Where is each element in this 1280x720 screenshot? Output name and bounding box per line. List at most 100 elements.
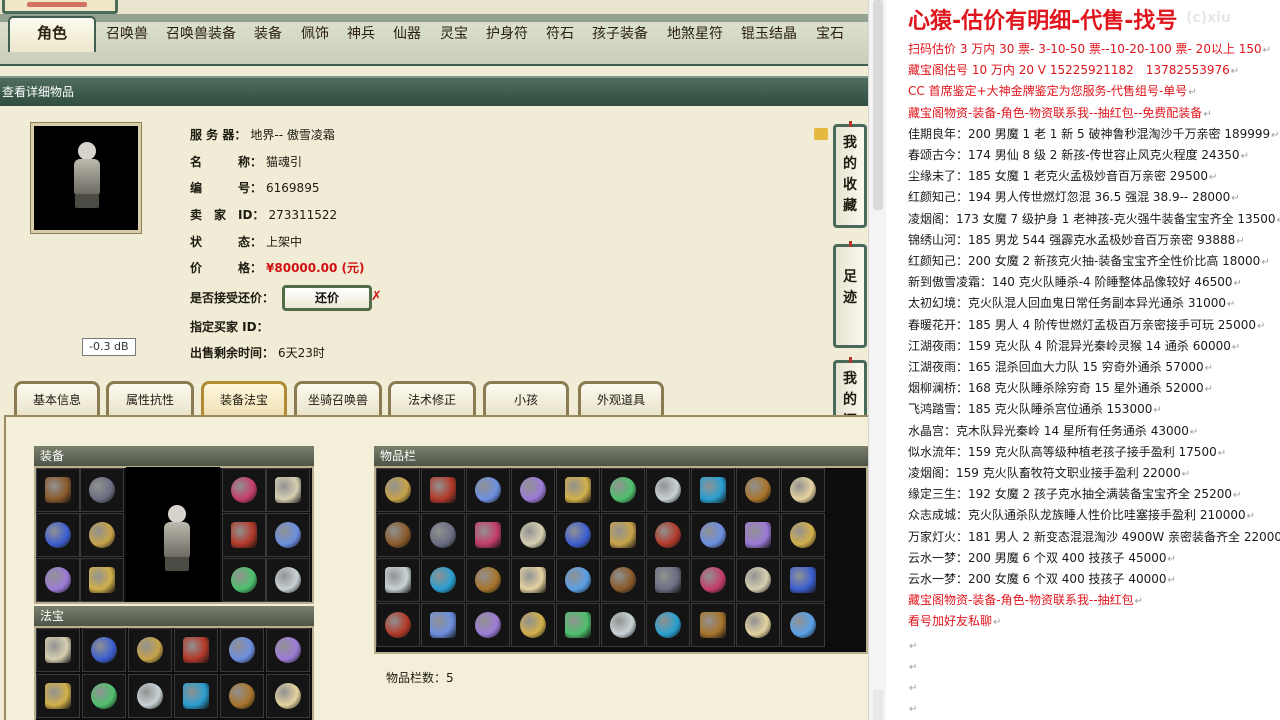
inventory-item-slot[interactable] <box>781 468 825 512</box>
equipment-item-slot[interactable] <box>266 513 310 557</box>
inventory-item-slot[interactable] <box>691 603 735 647</box>
magic-treasure-slot[interactable] <box>82 628 126 672</box>
equipment-item-slot[interactable] <box>266 468 310 512</box>
counter-offer-button[interactable]: 还价 <box>282 285 372 311</box>
detail-tab-3[interactable]: 坐骑召唤兽 <box>294 381 382 417</box>
side-button-footprint[interactable]: 足迹 <box>833 241 867 348</box>
equipment-item-slot[interactable] <box>222 468 266 512</box>
inventory-item-slot[interactable] <box>781 603 825 647</box>
inventory-item-slot[interactable] <box>466 558 510 602</box>
equipment-item-slot[interactable] <box>80 468 124 512</box>
inventory-item-slot[interactable] <box>601 513 645 557</box>
inventory-item-slot[interactable] <box>421 468 465 512</box>
detail-tab-5[interactable]: 小孩 <box>483 381 569 417</box>
tab-1[interactable]: 召唤兽 <box>106 22 148 46</box>
tab-9[interactable]: 符石 <box>546 22 574 46</box>
magic-treasure-slot[interactable] <box>36 628 80 672</box>
inventory-item-slot[interactable] <box>646 468 690 512</box>
panel-scrollbar[interactable] <box>868 0 886 720</box>
equipment-item-slot[interactable] <box>36 558 80 602</box>
close-x-icon[interactable]: ✗ <box>371 289 382 304</box>
inventory-item-slot[interactable] <box>781 558 825 602</box>
inventory-item-slot[interactable] <box>646 558 690 602</box>
return-mark-icon: ↵ <box>1204 384 1213 395</box>
equipment-item-icon <box>89 522 115 548</box>
inventory-item-slot[interactable] <box>421 513 465 557</box>
inventory-item-slot[interactable] <box>466 468 510 512</box>
detail-tab-4[interactable]: 法术修正 <box>388 381 476 417</box>
favorite-icon[interactable] <box>814 128 828 140</box>
tab-4[interactable]: 佩饰 <box>301 22 329 46</box>
inventory-item-slot[interactable] <box>691 513 735 557</box>
document-line: 凌烟阁：159 克火队畜牧符文职业接手盈利 22000↵ <box>908 466 1191 480</box>
equipment-item-icon <box>89 477 115 503</box>
inventory-item-slot[interactable] <box>556 558 600 602</box>
inventory-item-slot[interactable] <box>376 513 420 557</box>
detail-tab-2[interactable]: 装备法宝 <box>201 381 287 417</box>
magic-treasure-slot[interactable] <box>220 674 264 718</box>
inventory-item-slot[interactable] <box>556 468 600 512</box>
tab-3[interactable]: 装备 <box>254 22 282 46</box>
tab-10[interactable]: 孩子装备 <box>592 22 648 46</box>
detail-tab-1[interactable]: 属性抗性 <box>106 381 194 417</box>
document-line: 看号加好友私聊↵ <box>908 614 1002 628</box>
scrollbar-thumb[interactable] <box>873 0 883 210</box>
inventory-item-slot[interactable] <box>556 603 600 647</box>
inventory-item-slot[interactable] <box>511 513 555 557</box>
tab-2[interactable]: 召唤兽装备 <box>166 22 236 46</box>
inventory-item-slot[interactable] <box>601 468 645 512</box>
equipment-item-slot[interactable] <box>80 513 124 557</box>
inventory-item-slot[interactable] <box>376 558 420 602</box>
magic-treasure-slot[interactable] <box>128 628 172 672</box>
inventory-item-slot[interactable] <box>511 558 555 602</box>
magic-treasure-slot[interactable] <box>36 674 80 718</box>
inventory-item-slot[interactable] <box>646 513 690 557</box>
tab-11[interactable]: 地煞星符 <box>667 22 723 46</box>
equipment-item-slot[interactable] <box>80 558 124 602</box>
magic-treasure-slot[interactable] <box>266 628 310 672</box>
inventory-item-slot[interactable] <box>556 513 600 557</box>
magic-treasure-slot[interactable] <box>266 674 310 718</box>
inventory-item-slot[interactable] <box>691 468 735 512</box>
magic-treasure-slot[interactable] <box>82 674 126 718</box>
inventory-item-slot[interactable] <box>376 468 420 512</box>
side-button-label: 我的收藏 <box>843 135 857 214</box>
inventory-item-slot[interactable] <box>511 468 555 512</box>
tab-7[interactable]: 灵宝 <box>440 22 468 46</box>
return-mark-icon: ↵ <box>1232 490 1242 501</box>
equipment-item-slot[interactable] <box>222 513 266 557</box>
magic-treasure-slot[interactable] <box>220 628 264 672</box>
inventory-item-slot[interactable] <box>781 513 825 557</box>
side-button-favorites[interactable]: 我的收藏 <box>833 121 867 228</box>
inventory-item-slot[interactable] <box>646 603 690 647</box>
inventory-item-slot[interactable] <box>466 603 510 647</box>
equipment-item-slot[interactable] <box>36 513 80 557</box>
magic-treasure-slot[interactable] <box>128 674 172 718</box>
detail-tab-0[interactable]: 基本信息 <box>14 381 100 417</box>
tab-6[interactable]: 仙器 <box>393 22 421 46</box>
inventory-item-slot[interactable] <box>466 513 510 557</box>
equipment-item-slot[interactable] <box>222 558 266 602</box>
tab-5[interactable]: 神兵 <box>347 22 375 46</box>
inventory-item-slot[interactable] <box>736 468 780 512</box>
magic-treasure-slot[interactable] <box>174 628 218 672</box>
inventory-item-slot[interactable] <box>511 603 555 647</box>
inventory-item-slot[interactable] <box>421 558 465 602</box>
detail-tab-6[interactable]: 外观道具 <box>578 381 664 417</box>
tab-13[interactable]: 宝石 <box>816 22 844 46</box>
tab-12[interactable]: 锟玉结晶 <box>741 22 797 46</box>
tab-8[interactable]: 护身符 <box>486 22 528 46</box>
inventory-item-slot[interactable] <box>736 603 780 647</box>
site-logo[interactable] <box>2 0 118 14</box>
tab-0[interactable]: 角色 <box>8 16 96 52</box>
inventory-item-slot[interactable] <box>601 603 645 647</box>
inventory-item-slot[interactable] <box>736 513 780 557</box>
inventory-item-slot[interactable] <box>421 603 465 647</box>
inventory-item-slot[interactable] <box>691 558 735 602</box>
inventory-item-slot[interactable] <box>376 603 420 647</box>
magic-treasure-slot[interactable] <box>174 674 218 718</box>
inventory-item-slot[interactable] <box>736 558 780 602</box>
equipment-item-slot[interactable] <box>36 468 80 512</box>
equipment-item-slot[interactable] <box>266 558 310 602</box>
inventory-item-slot[interactable] <box>601 558 645 602</box>
